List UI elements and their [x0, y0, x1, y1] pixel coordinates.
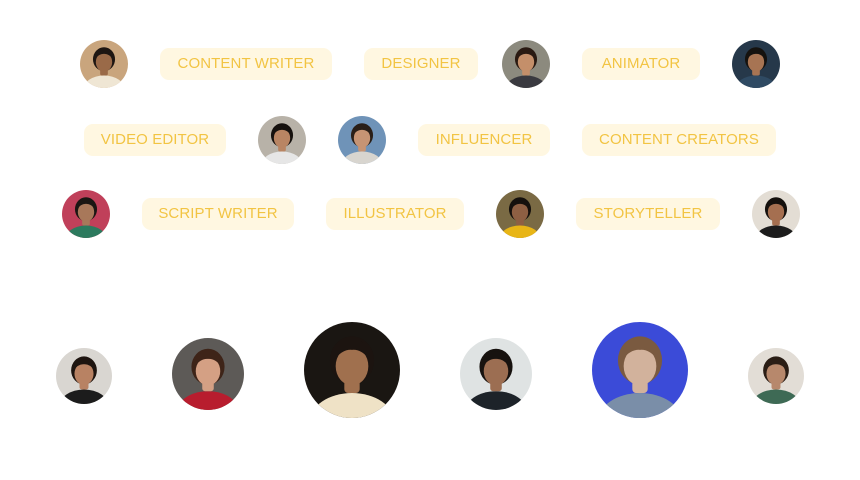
- tag-illustrator[interactable]: ILLUSTRATOR: [326, 198, 464, 230]
- tag-content-creators[interactable]: CONTENT CREATORS: [582, 124, 776, 156]
- avatar-woman-black-top: [752, 190, 800, 238]
- portrait-illustration: [56, 348, 112, 404]
- avatar-man-denim-jacket: [732, 40, 780, 88]
- portrait-illustration: [748, 348, 804, 404]
- tag-storyteller[interactable]: STORYTELLER: [576, 198, 720, 230]
- avatar-man-beard-white-shirt: [80, 40, 128, 88]
- avatar-man-blue-background: [338, 116, 386, 164]
- avatar-woman-green-outfit: [748, 348, 804, 404]
- portrait-illustration: [502, 40, 550, 88]
- portrait-illustration: [258, 116, 306, 164]
- tag-script-writer[interactable]: SCRIPT WRITER: [142, 198, 294, 230]
- portrait-illustration: [62, 190, 110, 238]
- tag-animator[interactable]: ANIMATOR: [582, 48, 700, 80]
- portrait-illustration: [732, 40, 780, 88]
- tag-designer[interactable]: DESIGNER: [364, 48, 478, 80]
- tag-influencer[interactable]: INFLUENCER: [418, 124, 550, 156]
- avatar-man-suit: [460, 338, 532, 410]
- portrait-illustration: [496, 190, 544, 238]
- avatar-woman-curly-hair: [502, 40, 550, 88]
- avatar-man-colorful-background: [62, 190, 110, 238]
- avatar-woman-yellow-saree: [496, 190, 544, 238]
- portrait-illustration: [172, 338, 244, 410]
- portrait-illustration: [304, 322, 400, 418]
- avatar-man-beard-large: [304, 322, 400, 418]
- avatar-woman-smile: [258, 116, 306, 164]
- tag-video-editor[interactable]: VIDEO EDITOR: [84, 124, 226, 156]
- portrait-illustration: [338, 116, 386, 164]
- portrait-illustration: [592, 322, 688, 418]
- avatar-woman-red-top: [172, 338, 244, 410]
- avatar-man-beanie-neon: [592, 322, 688, 418]
- portrait-illustration: [460, 338, 532, 410]
- avatar-woman-black-dress: [56, 348, 112, 404]
- portrait-illustration: [80, 40, 128, 88]
- tag-content-writer[interactable]: CONTENT WRITER: [160, 48, 332, 80]
- portrait-illustration: [752, 190, 800, 238]
